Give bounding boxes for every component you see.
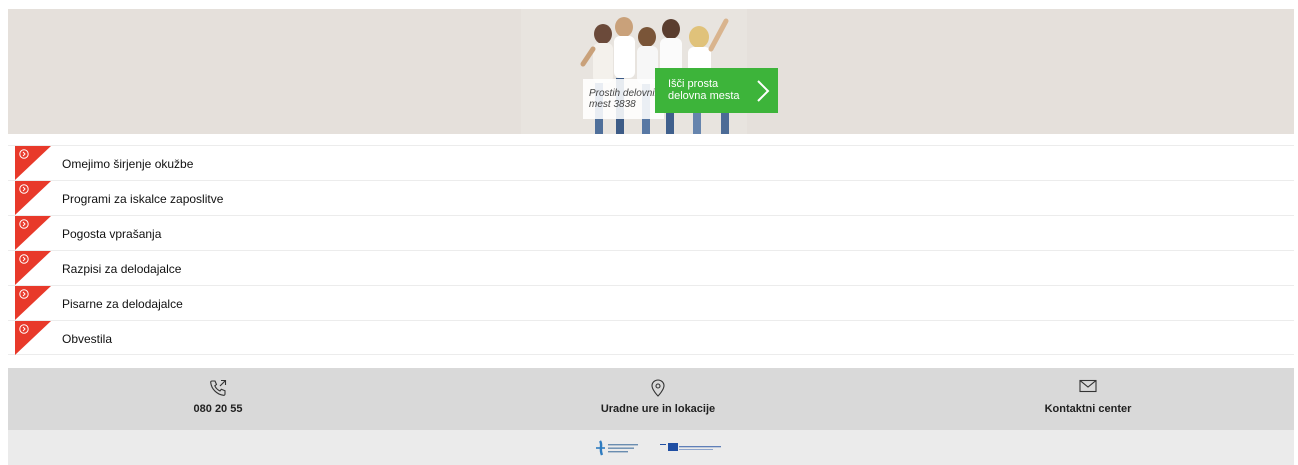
locations-label: Uradne ure in lokacije [600, 403, 716, 415]
menu-item-label: Pisarne za delodajalce [62, 297, 183, 311]
menu-item-label: Omejimo širjenje okužbe [62, 157, 194, 171]
hero-banner: Prostih delovnih mest 3838 [8, 9, 1294, 134]
menu-item-omejimo-sirjenje-okuzbe[interactable]: Omejimo širjenje okužbe [8, 145, 1294, 180]
menu-item-label: Razpisi za delodajalce [62, 262, 182, 276]
government-logo [596, 440, 638, 456]
phone-icon [210, 379, 227, 396]
menu-item-obvestila[interactable]: Obvestila [8, 320, 1294, 355]
page: Prostih delovnih mest 3838 Išči prosta d… [0, 0, 1298, 465]
arrow-badge-icon [15, 321, 51, 355]
phone-link[interactable]: 080 20 55 [118, 368, 318, 430]
arrow-badge-icon [15, 216, 51, 250]
eu-logo [660, 443, 721, 451]
quick-links-menu: Omejimo širjenje okužbe Programi za iska… [8, 145, 1294, 355]
search-jobs-button[interactable]: Išči prosta delovna mesta [655, 68, 778, 113]
vacancy-count-line1: Prostih delovnih [589, 88, 661, 99]
chevron-right-icon [757, 80, 770, 102]
vacancy-count: Prostih delovnih mest 3838 [583, 79, 664, 119]
vacancy-count-line2: mest 3838 [589, 99, 636, 110]
contact-center-link[interactable]: Kontaktni center [988, 368, 1188, 430]
menu-item-label: Pogosta vprašanja [62, 227, 162, 241]
locations-link[interactable]: Uradne ure in lokacije [548, 368, 768, 430]
menu-item-label: Programi za iskalce zaposlitve [62, 192, 224, 206]
phone-number: 080 20 55 [193, 403, 243, 415]
contact-center-label: Kontaktni center [1044, 403, 1132, 415]
menu-item-razpisi-za-delodajalce[interactable]: Razpisi za delodajalce [8, 250, 1294, 285]
contact-footer: 080 20 55 Uradne ure in lokacije Kontakt… [8, 368, 1294, 430]
envelope-icon [1079, 379, 1097, 393]
arrow-badge-icon [15, 251, 51, 285]
location-pin-icon [651, 379, 665, 397]
partner-logos [8, 430, 1294, 465]
arrow-badge-icon [15, 181, 51, 215]
menu-item-programi-za-iskalce-zaposlitve[interactable]: Programi za iskalce zaposlitve [8, 180, 1294, 215]
arrow-badge-icon [15, 286, 51, 320]
menu-item-pogosta-vprasanja[interactable]: Pogosta vprašanja [8, 215, 1294, 250]
arrow-badge-icon [15, 146, 51, 180]
menu-item-label: Obvestila [62, 332, 113, 346]
menu-item-pisarne-za-delodajalce[interactable]: Pisarne za delodajalce [8, 285, 1294, 320]
